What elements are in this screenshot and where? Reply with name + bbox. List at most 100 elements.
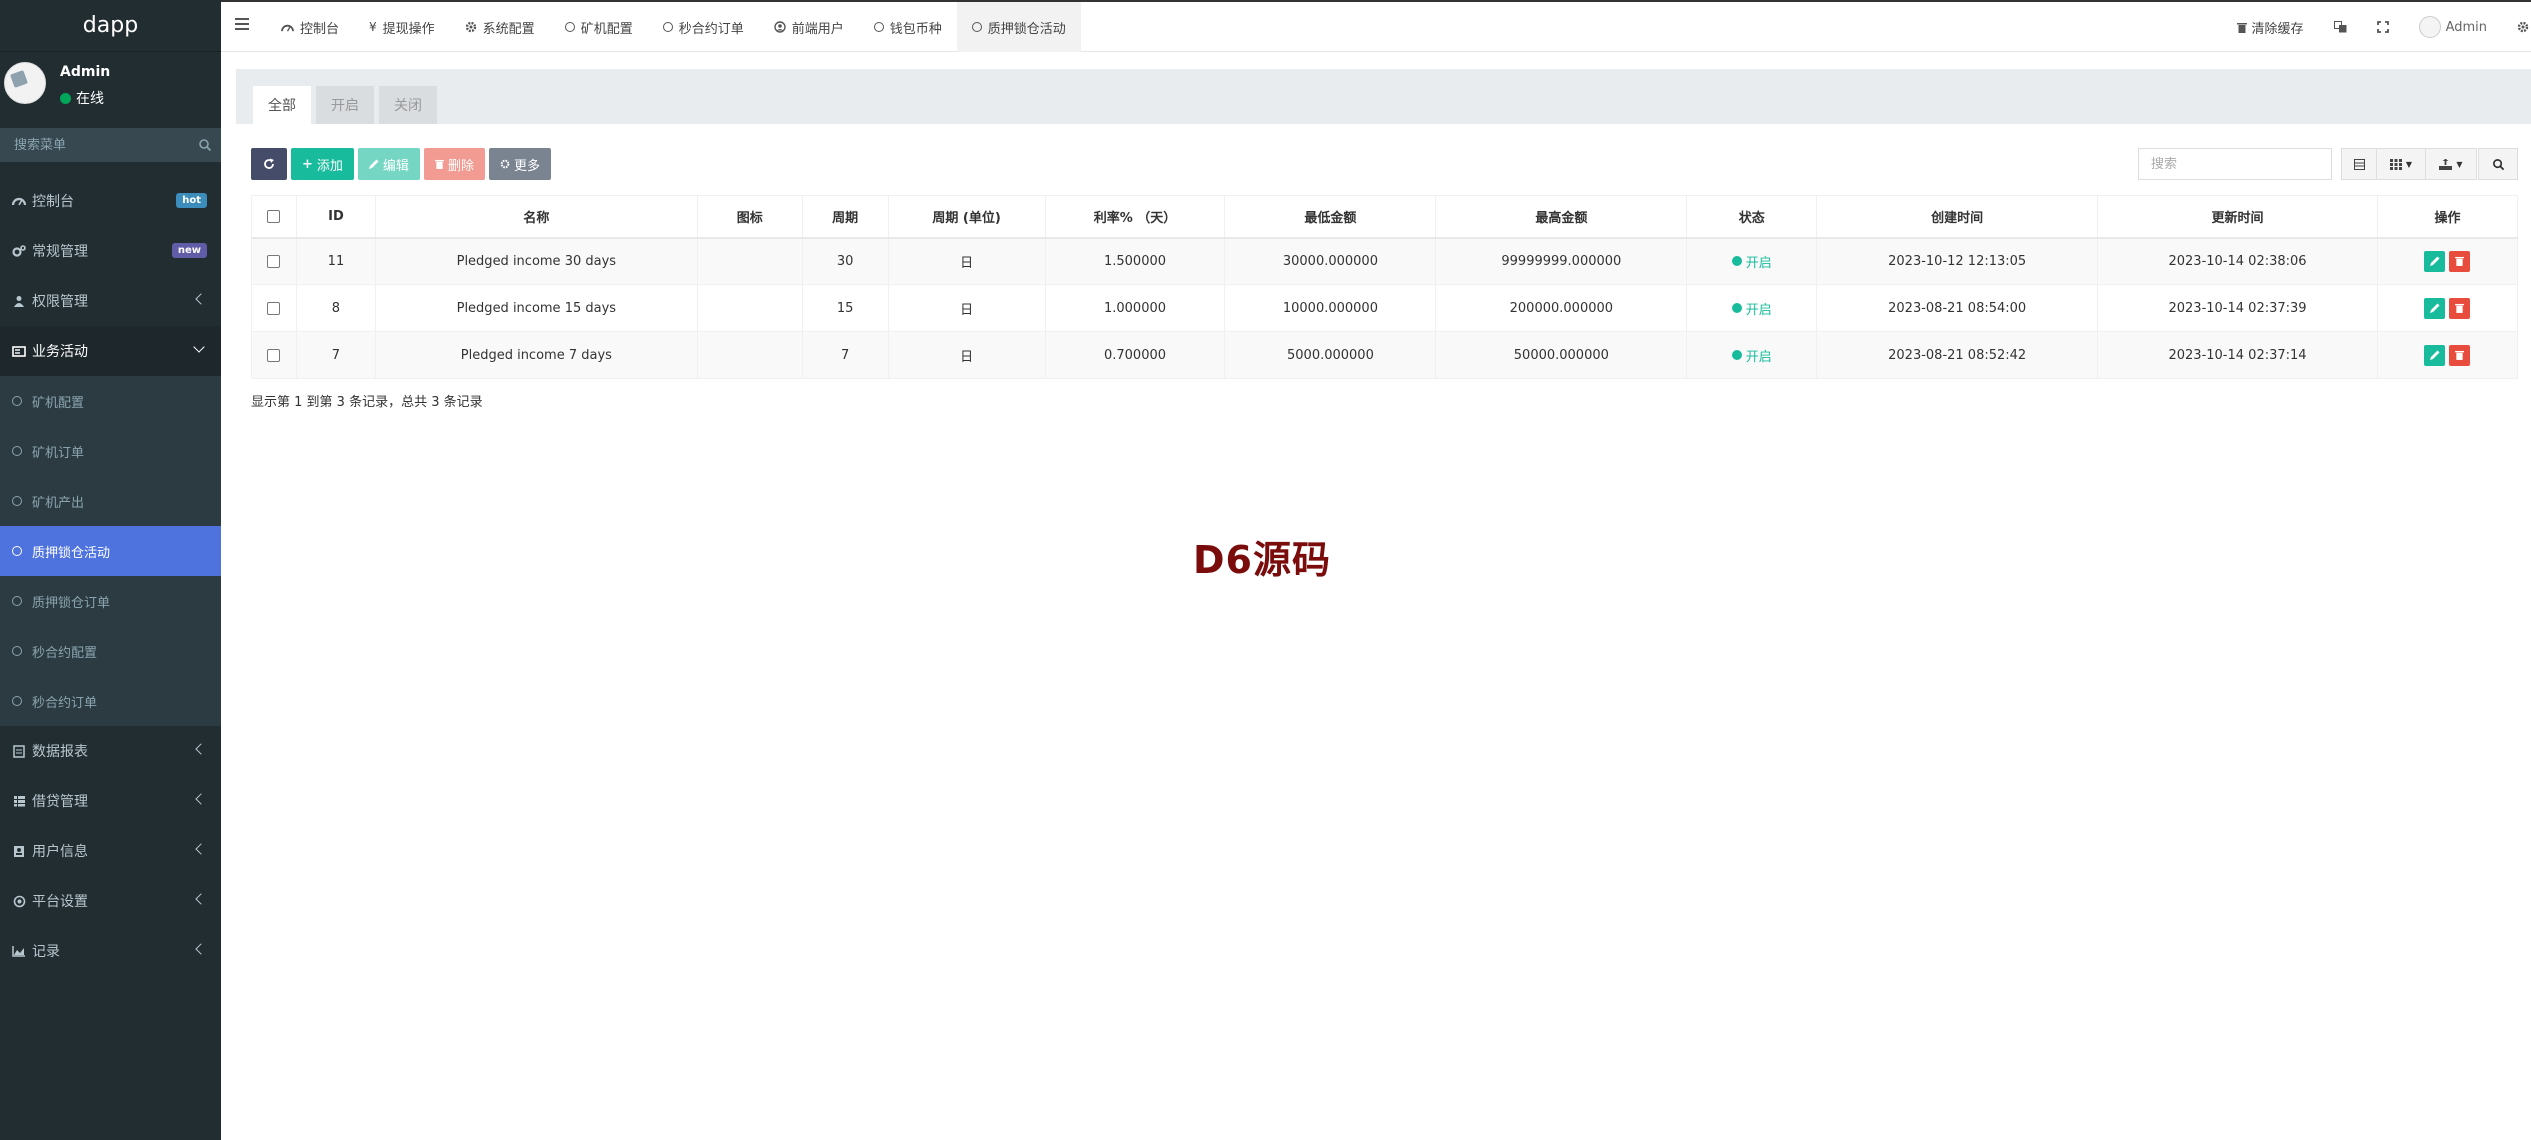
tab-miner-config[interactable]: 矿机配置 (550, 2, 648, 52)
cell-max-amount: 50000.000000 (1435, 331, 1688, 379)
sidebar-item-user-info[interactable]: 用户信息 (0, 826, 221, 876)
more-button[interactable]: 更多 (488, 148, 551, 180)
cell-name: Pledged income 30 days (374, 237, 698, 285)
search-icon[interactable] (189, 128, 221, 162)
advanced-search-button[interactable] (2478, 148, 2518, 180)
user-circle-icon (774, 21, 786, 33)
sidebar-item-reports[interactable]: 数据报表 (0, 726, 221, 776)
sidebar-item-business[interactable]: 业务活动 (0, 326, 221, 376)
tab-withdraw[interactable]: ¥ 提现操作 (354, 2, 450, 52)
edit-button[interactable]: 编辑 (357, 148, 420, 180)
col-max-amount[interactable]: 最高金额 (1435, 195, 1688, 239)
circle-icon (12, 596, 22, 606)
col-icon[interactable]: 图标 (696, 195, 803, 239)
menu-toggle-icon[interactable] (235, 18, 249, 32)
row-checkbox[interactable] (267, 254, 281, 268)
col-created[interactable]: 创建时间 (1816, 195, 2099, 239)
tab-wallet-currency[interactable]: 钱包币种 (859, 2, 957, 52)
col-status[interactable]: 状态 (1686, 195, 1818, 239)
sidebar-item-label: 数据报表 (32, 744, 88, 760)
translate-button[interactable] (2319, 2, 2362, 52)
col-period[interactable]: 周期 (801, 195, 889, 239)
col-rate[interactable]: 利率% （天） (1044, 195, 1226, 239)
toggle-view-button[interactable] (2341, 148, 2377, 180)
sidebar-item-general[interactable]: 常规管理 new (0, 226, 221, 276)
row-edit-button[interactable] (2424, 344, 2446, 366)
sidebar-item-miner-config[interactable]: 矿机配置 (0, 376, 221, 426)
cell-created: 2023-08-21 08:54:00 (1816, 284, 2099, 332)
fullscreen-button[interactable] (2362, 2, 2404, 52)
refresh-button[interactable] (251, 148, 287, 180)
new-badge: new (171, 243, 207, 258)
tab-dashboard[interactable]: 控制台 (266, 2, 354, 52)
menu-search-input[interactable] (0, 128, 189, 162)
cell-id: 7 (295, 331, 376, 379)
table-header-row: ID 名称 图标 周期 周期 (单位) 利率% （天） 最低金额 最高金额 状态… (251, 195, 2519, 239)
cell-min-amount: 5000.000000 (1224, 331, 1437, 379)
row-select-cell (251, 284, 297, 332)
fullscreen-icon (2376, 21, 2389, 33)
tab-label: 前端用户 (791, 21, 844, 37)
clear-cache-button[interactable]: 清除缓存 (2222, 2, 2319, 52)
gear-icon (2517, 21, 2529, 33)
status-badge[interactable]: 开启 (1731, 299, 1772, 318)
sidebar-item-contract-config[interactable]: 秒合约配置 (0, 626, 221, 676)
col-min-amount[interactable]: 最低金额 (1224, 195, 1437, 239)
sidebar-item-records[interactable]: 记录 (0, 926, 221, 976)
sidebar-item-miner-orders[interactable]: 矿机订单 (0, 426, 221, 476)
add-button[interactable]: + 添加 (291, 148, 354, 180)
row-edit-button[interactable] (2424, 297, 2446, 319)
select-all-checkbox[interactable] (267, 209, 281, 223)
settings-button[interactable] (2502, 2, 2531, 52)
cell-min-amount: 10000.000000 (1224, 284, 1437, 332)
export-button[interactable]: ▼ (2425, 148, 2477, 180)
panel-header: 全部 开启 关闭 (236, 69, 2531, 124)
sidebar-item-contract-orders[interactable]: 秒合约订单 (0, 676, 221, 726)
tab-system-config[interactable]: 系统配置 (450, 2, 550, 52)
cell-rate: 1.500000 (1044, 237, 1226, 285)
col-name[interactable]: 名称 (374, 195, 698, 239)
circle-icon (873, 22, 884, 32)
select-all-cell (251, 195, 297, 239)
sidebar-item-loans[interactable]: 借贷管理 (0, 776, 221, 826)
tab-enabled[interactable]: 开启 (316, 86, 374, 124)
table-search-input[interactable] (2138, 148, 2332, 180)
user-name: Admin (60, 64, 111, 80)
tab-pledge-activity[interactable]: 质押锁仓活动 (956, 2, 1081, 52)
status-badge[interactable]: 开启 (1731, 252, 1772, 271)
sidebar-item-platform-settings[interactable]: 平台设置 (0, 876, 221, 926)
status-badge[interactable]: 开启 (1731, 346, 1772, 365)
cell-created: 2023-08-21 08:52:42 (1816, 331, 2099, 379)
columns-button[interactable]: ▼ (2376, 148, 2426, 180)
col-period-unit[interactable]: 周期 (单位) (887, 195, 1046, 239)
col-updated[interactable]: 更新时间 (2097, 195, 2378, 239)
row-delete-button[interactable] (2449, 344, 2471, 366)
status-label: 开启 (1745, 255, 1772, 271)
cell-min-amount: 30000.000000 (1224, 237, 1437, 285)
cogs-icon (8, 244, 30, 258)
row-edit-button[interactable] (2424, 250, 2446, 272)
tab-disabled[interactable]: 关闭 (379, 86, 437, 124)
brand-logo[interactable]: dapp (0, 0, 221, 52)
sidebar-item-miner-output[interactable]: 矿机产出 (0, 476, 221, 526)
sidebar-item-label: 秒合约配置 (32, 645, 98, 661)
row-delete-button[interactable] (2449, 250, 2471, 272)
trash-icon (2236, 22, 2247, 33)
delete-button[interactable]: 删除 (423, 148, 485, 180)
col-id[interactable]: ID (295, 195, 376, 239)
sidebar-item-pledge-activity[interactable]: 质押锁仓活动 (0, 526, 221, 576)
sidebar-item-dashboard[interactable]: 控制台 hot (0, 176, 221, 226)
row-checkbox[interactable] (267, 301, 281, 315)
cell-period: 15 (801, 284, 889, 332)
sidebar-item-permission[interactable]: 权限管理 (0, 276, 221, 326)
tab-contract-orders[interactable]: 秒合约订单 (648, 2, 759, 52)
tab-all[interactable]: 全部 (253, 86, 311, 124)
status-dot-icon (1731, 256, 1742, 267)
row-delete-button[interactable] (2449, 297, 2471, 319)
pencil-icon (2429, 303, 2440, 313)
tab-frontend-users[interactable]: 前端用户 (759, 2, 859, 52)
row-checkbox[interactable] (267, 348, 281, 362)
dashboard-icon (8, 195, 30, 207)
admin-menu[interactable]: Admin (2404, 2, 2502, 52)
sidebar-item-pledge-orders[interactable]: 质押锁仓订单 (0, 576, 221, 626)
